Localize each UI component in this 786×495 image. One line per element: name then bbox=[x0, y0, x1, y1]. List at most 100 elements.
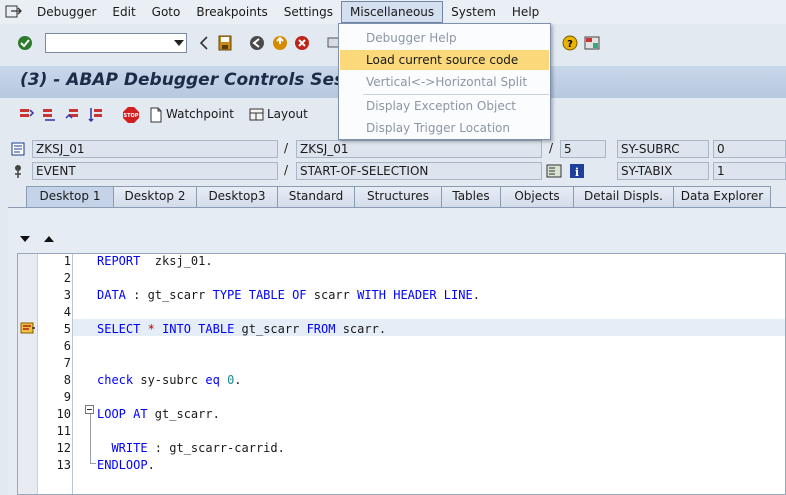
tab-structures[interactable]: Structures bbox=[354, 186, 442, 207]
menu-item-vertical-horizontal-split[interactable]: Vertical<->Horizontal Split bbox=[340, 72, 549, 92]
back-nav-icon[interactable] bbox=[248, 34, 266, 52]
step-over-icon[interactable] bbox=[41, 106, 59, 124]
line-number: 6 bbox=[63, 339, 71, 353]
menu-item-debugger-help[interactable]: Debugger Help bbox=[340, 28, 549, 48]
separator-slash: / bbox=[549, 141, 554, 155]
keyword-token: WITH HEADER LINE bbox=[357, 288, 473, 302]
collapse-up-icon[interactable] bbox=[43, 233, 55, 243]
svg-text:STOP: STOP bbox=[124, 113, 139, 119]
code-line[interactable]: 10 LOOP AT gt_scarr. bbox=[18, 406, 785, 423]
code-line[interactable]: 11 bbox=[18, 423, 785, 440]
chevron-down-icon[interactable] bbox=[174, 40, 184, 46]
line-number: 12 bbox=[56, 441, 71, 455]
event-type-field: EVENT bbox=[32, 162, 278, 180]
menu-item-load-current-source-code[interactable]: Load current source code bbox=[340, 50, 549, 70]
code-line[interactable]: 12 WRITE : gt_scarr-carrid. bbox=[18, 440, 785, 457]
help-icon[interactable]: ? bbox=[561, 34, 579, 52]
code-line[interactable]: 13 ENDLOOP. bbox=[18, 457, 785, 474]
menu-separator bbox=[363, 94, 549, 95]
sysvar-value-field: 0 bbox=[713, 140, 786, 158]
desktop-tabs: Desktop 1 Desktop 2 Desktop3 Standard St… bbox=[8, 186, 786, 208]
watchpoint-icon[interactable] bbox=[147, 106, 165, 124]
tab-desktop-1[interactable]: Desktop 1 bbox=[26, 186, 114, 208]
info-icon[interactable]: i bbox=[569, 163, 587, 181]
tab-data-explorer[interactable]: Data Explorer bbox=[673, 186, 771, 207]
code-token: . bbox=[472, 288, 480, 302]
code-line[interactable]: 4 bbox=[18, 304, 785, 321]
continue-icon[interactable] bbox=[87, 106, 105, 124]
keyword-token: LOOP AT bbox=[97, 407, 148, 421]
tab-desktop-3[interactable]: Desktop3 bbox=[196, 186, 278, 207]
keyword-token: FROM bbox=[306, 322, 336, 336]
keyword-token: WRITE bbox=[111, 441, 148, 455]
svg-text:?: ? bbox=[567, 39, 573, 50]
tab-tables[interactable]: Tables bbox=[441, 186, 501, 207]
code-token: sy-subrc bbox=[133, 373, 206, 387]
source-icon[interactable] bbox=[546, 163, 564, 181]
event-info-row: EVENT / START-OF-SELECTION i SY-TABIX 1 bbox=[0, 162, 786, 182]
keyword-token: check bbox=[97, 373, 134, 387]
stop-icon[interactable]: STOP bbox=[122, 106, 140, 124]
tab-standard[interactable]: Standard bbox=[277, 186, 355, 207]
page-title: (3) - ABAP Debugger Controls Session bbox=[20, 70, 384, 90]
menu-breakpoints[interactable]: Breakpoints bbox=[188, 1, 275, 23]
code-token: . bbox=[234, 373, 242, 387]
event-name-field: START-OF-SELECTION bbox=[296, 162, 542, 180]
menu-help[interactable]: Help bbox=[504, 1, 547, 23]
code-line[interactable]: 8 check sy-subrc eq 0. bbox=[18, 372, 785, 389]
keyword-token: DATA bbox=[97, 288, 126, 302]
code-line[interactable]: 7 bbox=[18, 355, 785, 372]
event-icon bbox=[10, 163, 28, 181]
watchpoint-button[interactable]: Watchpoint bbox=[166, 107, 234, 121]
program-icon bbox=[10, 141, 28, 159]
program-info-row: ZKSJ_01 / ZKSJ_01 / 5 SY-SUBRC 0 bbox=[0, 140, 786, 160]
separator-slash: / bbox=[284, 163, 289, 177]
command-field[interactable] bbox=[45, 33, 187, 53]
menu-edit[interactable]: Edit bbox=[104, 1, 143, 23]
tab-objects[interactable]: Objects bbox=[500, 186, 574, 207]
line-number: 13 bbox=[56, 458, 71, 472]
menu-system[interactable]: System bbox=[443, 1, 504, 23]
code-token: * bbox=[147, 322, 155, 336]
enter-check-icon[interactable] bbox=[16, 34, 34, 52]
step-into-icon[interactable] bbox=[18, 106, 36, 124]
menu-settings[interactable]: Settings bbox=[276, 1, 341, 23]
code-text: DATA : gt_scarr TYPE TABLE OF scarr WITH… bbox=[97, 287, 480, 304]
cancel-icon[interactable] bbox=[293, 34, 311, 52]
line-number: 4 bbox=[63, 305, 71, 319]
code-line[interactable]: 5 SELECT * INTO TABLE gt_scarr FROM scarr… bbox=[18, 321, 785, 338]
code-line[interactable]: 3 DATA : gt_scarr TYPE TABLE OF scarr WIT… bbox=[18, 287, 785, 304]
collapse-down-icon[interactable] bbox=[19, 233, 31, 243]
line-number: 11 bbox=[56, 424, 71, 438]
source-code-editor[interactable]: 1 REPORT zksj_01. 2 3 DATA : gt_scarr TYPE T… bbox=[17, 253, 786, 495]
tab-desktop-2[interactable]: Desktop 2 bbox=[113, 186, 197, 207]
code-text: REPORT zksj_01. bbox=[97, 254, 213, 270]
menu-icon[interactable] bbox=[5, 4, 23, 20]
menu-item-display-trigger-location[interactable]: Display Trigger Location bbox=[340, 118, 549, 138]
program-field: ZKSJ_01 bbox=[32, 140, 278, 158]
exit-icon[interactable] bbox=[271, 34, 289, 52]
code-line[interactable]: 6 bbox=[18, 338, 785, 355]
layout-settings-icon[interactable] bbox=[583, 34, 601, 52]
include-field: ZKSJ_01 bbox=[296, 140, 542, 158]
line-number: 8 bbox=[63, 373, 71, 387]
layout-icon[interactable] bbox=[248, 106, 266, 124]
return-icon[interactable] bbox=[64, 106, 82, 124]
menu-item-display-exception-object[interactable]: Display Exception Object bbox=[340, 96, 549, 116]
tab-detail-displs[interactable]: Detail Displs. bbox=[573, 186, 674, 207]
code-line[interactable]: 1 REPORT zksj_01. bbox=[18, 254, 785, 270]
menu-debugger[interactable]: Debugger bbox=[29, 1, 104, 23]
line-number: 10 bbox=[56, 407, 71, 421]
code-token: zksj_01. bbox=[140, 254, 213, 268]
layout-button[interactable]: Layout bbox=[267, 107, 308, 121]
menu-goto[interactable]: Goto bbox=[144, 1, 189, 23]
code-line[interactable]: 2 bbox=[18, 270, 785, 287]
menu-miscellaneous[interactable]: Miscellaneous bbox=[341, 1, 444, 23]
code-text: WRITE : gt_scarr-carrid. bbox=[97, 440, 284, 457]
sysvar-name-field: SY-SUBRC bbox=[617, 140, 709, 158]
back-arrow-icon[interactable] bbox=[196, 34, 214, 52]
code-line[interactable]: 9 bbox=[18, 389, 785, 406]
save-icon[interactable] bbox=[216, 34, 234, 52]
keyword-token: SELECT bbox=[97, 322, 141, 336]
